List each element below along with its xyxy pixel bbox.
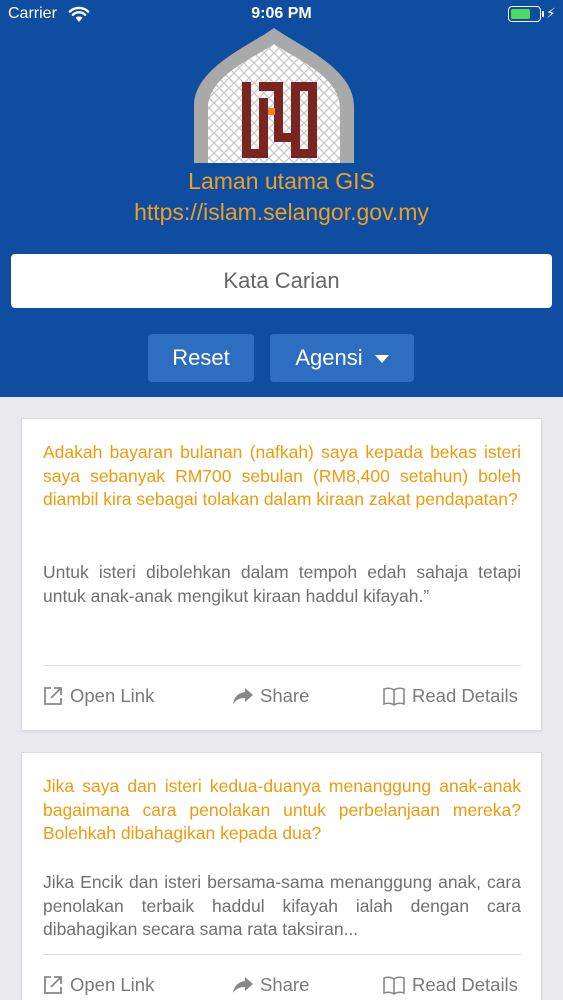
charging-bolt-icon: ⚡ <box>546 5 556 21</box>
card-actions: Open Link Share Read Details <box>22 970 543 1000</box>
site-title: Laman utama GIS <box>188 168 375 194</box>
card-divider <box>43 954 521 955</box>
status-bar: Carrier 9:06 PM ⚡ <box>0 0 563 30</box>
open-link-button[interactable]: Open Link <box>42 681 154 711</box>
result-card: Adakah bayaran bulanan (nafkah) saya kep… <box>21 418 542 731</box>
search-input[interactable] <box>11 254 552 308</box>
external-link-icon <box>44 976 62 994</box>
share-label: Share <box>260 974 310 995</box>
share-arrow-icon <box>233 977 253 993</box>
open-link-button[interactable]: Open Link <box>42 970 154 1000</box>
site-url-link[interactable]: https://islam.selangor.gov.my <box>0 199 563 226</box>
agensi-button-label: Agensi <box>295 345 363 370</box>
card-answer: Jika Encik dan isteri bersama-sama menan… <box>43 872 521 939</box>
book-icon <box>383 976 405 995</box>
app-header: Carrier 9:06 PM ⚡ Laman utama GIS https:… <box>0 0 563 397</box>
caret-down-icon <box>374 355 389 363</box>
share-arrow-icon <box>233 688 253 704</box>
share-label: Share <box>260 685 310 706</box>
read-details-label: Read Details <box>412 685 518 706</box>
battery-icon <box>508 6 541 22</box>
share-button[interactable]: Share <box>232 970 309 1000</box>
card-question[interactable]: Jika saya dan isteri kedua-duanya menang… <box>43 775 521 846</box>
status-time: 9:06 PM <box>251 5 312 22</box>
read-details-button[interactable]: Read Details <box>382 970 518 1000</box>
card-answer: Untuk isteri dibolehkan dalam tempoh eda… <box>43 562 521 606</box>
external-link-icon <box>44 687 62 705</box>
open-link-label: Open Link <box>70 974 155 995</box>
card-question[interactable]: Adakah bayaran bulanan (nafkah) saya kep… <box>43 441 521 512</box>
card-actions: Open Link Share Read Details <box>22 681 543 711</box>
reset-button[interactable]: Reset <box>148 334 254 382</box>
open-link-label: Open Link <box>70 685 155 706</box>
read-details-button[interactable]: Read Details <box>382 681 518 711</box>
book-icon <box>383 687 405 706</box>
agensi-dropdown-button[interactable]: Agensi <box>270 334 414 382</box>
card-divider <box>43 665 521 666</box>
result-card: Jika saya dan isteri kedua-duanya menang… <box>21 752 542 1000</box>
read-details-label: Read Details <box>412 974 518 995</box>
share-button[interactable]: Share <box>232 681 309 711</box>
mosque-dome-logo-icon <box>194 28 354 163</box>
reset-button-label: Reset <box>172 345 230 370</box>
